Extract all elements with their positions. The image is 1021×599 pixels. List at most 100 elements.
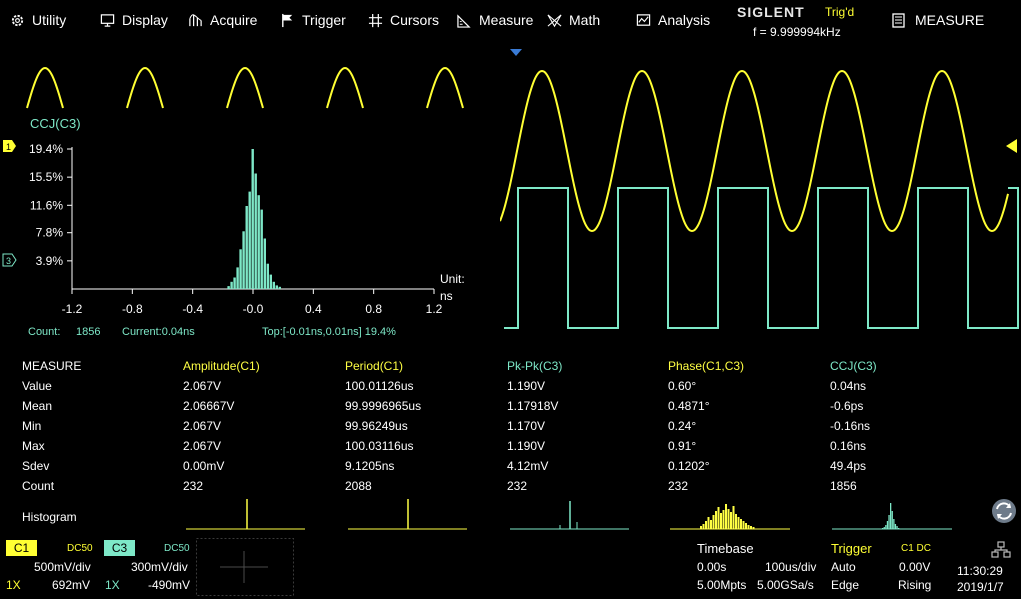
mini-histogram-amplitude	[186, 499, 305, 530]
table-cell: 1856	[830, 479, 857, 493]
ch1-arc-segment	[426, 66, 464, 109]
x-tick-label: -0.8	[122, 302, 143, 316]
table-cell: 1.190V	[507, 379, 546, 393]
mini-phase-bar	[705, 521, 707, 529]
ruler-icon	[457, 13, 471, 28]
y-tick-label: 15.5%	[29, 170, 63, 184]
histogram-bar	[230, 281, 233, 289]
brand-logo: SIGLENT	[737, 4, 805, 20]
trigger-slope: Rising	[898, 578, 932, 592]
x-tick-label: 1.2	[426, 302, 443, 316]
mini-histogram-pkpk	[510, 501, 629, 530]
table-cell: 100.01126us	[345, 379, 414, 393]
histogram-bar	[275, 285, 278, 289]
menu-math[interactable]: Math	[547, 12, 600, 28]
menu-utility[interactable]: Utility	[10, 12, 66, 28]
x-tick-label: -1.2	[62, 302, 83, 316]
ch1-level-marker[interactable]: 1	[3, 140, 16, 152]
table-cell: 99.96249us	[345, 419, 408, 433]
column-header-phase[interactable]: Phase(C1,C3)	[668, 359, 744, 373]
table-cell: 0.16ns	[830, 439, 867, 453]
menu-display-label: Display	[122, 12, 168, 28]
table-cell: 49.4ps	[830, 459, 867, 473]
histogram-bar	[260, 209, 263, 289]
table-cell: 0.1202°	[668, 459, 710, 473]
menu-trigger[interactable]: Trigger	[280, 12, 346, 28]
histogram-bar	[257, 195, 260, 289]
table-cell: 0.24°	[668, 419, 697, 433]
table-cell: 1.190V	[507, 439, 546, 453]
mini-phase-bar	[710, 520, 712, 529]
acquire-icon	[189, 13, 202, 26]
menu-acquire-label: Acquire	[210, 12, 258, 28]
histogram-bar	[251, 149, 254, 289]
mini-phase-bar	[745, 523, 747, 529]
histogram-bar	[278, 286, 281, 289]
trigger-level-marker[interactable]	[1006, 139, 1017, 153]
menu-analysis[interactable]: Analysis	[636, 12, 710, 28]
mini-phase-bar	[730, 512, 732, 529]
menu-utility-label: Utility	[32, 12, 67, 28]
mini-ccj-bar	[894, 524, 897, 529]
measure-panel-button[interactable]: MEASURE	[892, 12, 984, 28]
count-label: Count:	[28, 326, 60, 338]
current-value: Current:0.04ns	[122, 326, 195, 338]
menu-measure[interactable]: Measure	[457, 12, 533, 28]
table-cell: -0.6ps	[830, 399, 864, 413]
add-channel-slot[interactable]	[196, 538, 294, 596]
mini-ccj-bar	[890, 503, 892, 529]
x-tick-label: -0.0	[243, 302, 264, 316]
trigger-status: Trig'd	[825, 5, 855, 19]
menu-cursors[interactable]: Cursors	[368, 12, 439, 28]
trigger-position-marker[interactable]	[510, 49, 522, 56]
ch1-scale: 500mV/div	[34, 560, 91, 574]
menu-display[interactable]: Display	[100, 12, 168, 28]
histogram-panel: CCJ(C3) 1 3 19.4% 15.5% 11.6% 7.8% 3.9% -1.2…	[2, 66, 465, 338]
mini-phase-bar	[720, 513, 722, 529]
row-label-value: Value	[22, 379, 52, 393]
menu-acquire[interactable]: Acquire	[188, 12, 257, 28]
column-header-pkpk[interactable]: Pk-Pk(C3)	[507, 359, 562, 373]
network-icon[interactable]	[991, 541, 1011, 558]
table-cell: 2.06667V	[183, 399, 235, 413]
ch3-square-trace	[504, 187, 1019, 329]
memory-depth: 5.00Mpts	[697, 578, 747, 592]
count-value: 1856	[76, 326, 100, 338]
mini-ccj-bar	[888, 515, 890, 529]
menu-bar: Utility Display Acquire Trigger Cursors …	[0, 0, 1021, 42]
waveform-display[interactable]	[500, 42, 1021, 342]
mini-histogram-phase	[670, 504, 790, 530]
column-header-period[interactable]: Period(C1)	[345, 359, 403, 373]
frequency-readout: f = 9.999994kHz	[753, 25, 841, 39]
ch1-arc-segment	[126, 66, 164, 109]
mini-phase-bar	[737, 517, 740, 529]
mini-ccj-bar	[886, 521, 889, 529]
ch3-coupling: DC50	[164, 543, 190, 554]
histogram-bar	[272, 281, 275, 289]
ch3-label[interactable]: C3	[104, 540, 135, 556]
mini-phase-bar	[707, 517, 710, 529]
ch1-arc-segment	[226, 66, 264, 109]
mini-phase-bar	[702, 524, 705, 529]
auto-refresh-button[interactable]	[992, 499, 1016, 523]
menu-math-label: Math	[569, 12, 601, 28]
column-header-amplitude[interactable]: Amplitude(C1)	[183, 359, 260, 373]
y-tick-label: 3.9%	[36, 254, 64, 268]
mini-phase-bar	[727, 509, 730, 529]
mini-phase-bar	[725, 504, 727, 529]
ch1-label[interactable]: C1	[6, 540, 37, 556]
mini-phase-bar	[700, 526, 702, 529]
monitor-icon	[100, 13, 115, 27]
table-cell: 100.03116us	[345, 439, 414, 453]
column-header-ccj[interactable]: CCJ(C3)	[830, 359, 877, 373]
row-label-sdev: Sdev	[22, 459, 50, 473]
histogram-bar	[245, 206, 248, 289]
top-bin-info: Top:[-0.01ns,0.01ns] 19.4%	[262, 326, 396, 338]
histogram-bars	[227, 149, 281, 289]
histogram-bar	[269, 274, 272, 289]
y-tick-label: 11.6%	[30, 198, 63, 212]
x-tick-group: -1.2 -0.8 -0.4 -0.0 0.4 0.8 1.2	[62, 289, 443, 316]
trigger-label: Trigger	[831, 541, 872, 556]
ch3-level-marker[interactable]: 3	[2, 253, 17, 267]
table-cell: 99.9996965us	[345, 399, 422, 413]
